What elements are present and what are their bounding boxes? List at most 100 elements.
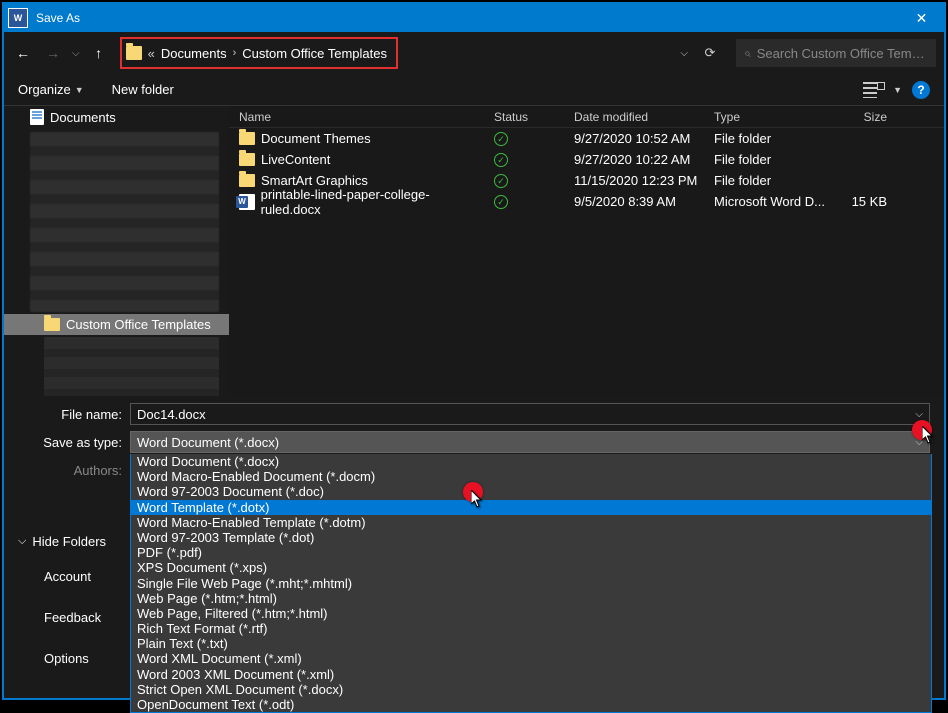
breadcrumb[interactable]: « Documents › Custom Office Templates (120, 37, 398, 69)
view-options-button[interactable] (863, 82, 883, 98)
file-name: LiveContent (261, 152, 330, 167)
file-row[interactable]: LiveContent ✓ 9/27/2020 10:22 AMFile folde… (229, 149, 944, 170)
organize-menu[interactable]: Organize ▼ (18, 82, 84, 97)
file-type: File folder (704, 152, 826, 167)
nav-documents[interactable]: Documents (4, 106, 229, 128)
filetype-option[interactable]: Word 97-2003 Template (*.dot) (131, 530, 931, 545)
filetype-option[interactable]: XPS Document (*.xps) (131, 560, 931, 575)
saveastype-combo[interactable]: Word Document (*.docx) ⌵ (130, 431, 930, 453)
filename-value: Doc14.docx (137, 407, 206, 422)
filename-label: File name: (18, 407, 130, 422)
file-list-pane[interactable]: Name Status Date modified Type Size Docu… (229, 106, 944, 396)
dropdown-icon[interactable]: ⌵ (915, 409, 923, 420)
filetype-option[interactable]: PDF (*.pdf) (131, 545, 931, 560)
options-link[interactable]: Options (44, 651, 101, 666)
address-dropdown-icon[interactable]: ⌵ (680, 48, 688, 59)
hide-folders-label: Hide Folders (32, 534, 106, 549)
filetype-option[interactable]: Word Template (*.dotx) (131, 500, 931, 515)
status-synced-icon: ✓ (494, 153, 508, 167)
search-input[interactable]: ⌕ Search Custom Office Templ... (736, 39, 936, 67)
new-folder-label: New folder (112, 82, 174, 97)
chevron-down-icon: ⌵ (18, 535, 26, 548)
help-button[interactable]: ? (912, 81, 930, 99)
file-type: Microsoft Word D... (704, 194, 826, 209)
caret-down-icon: ▼ (75, 85, 84, 95)
filetype-option[interactable]: Word 2003 XML Document (*.xml) (131, 667, 931, 682)
folder-icon (239, 174, 255, 187)
filetype-option[interactable]: Word 97-2003 Document (*.doc) (131, 484, 931, 499)
close-button[interactable]: ✕ (899, 4, 944, 32)
search-icon: ⌕ (744, 46, 751, 61)
navigation-pane[interactable]: Documents Custom Office Templates (4, 106, 229, 396)
folder-icon (239, 132, 255, 145)
saveastype-dropdown-list[interactable]: Word Document (*.docx)Word Macro-Enabled… (130, 454, 932, 713)
filetype-option[interactable]: Word Macro-Enabled Template (*.dotm) (131, 515, 931, 530)
file-row[interactable]: printable-lined-paper-college-ruled.docx… (229, 191, 944, 212)
new-folder-button[interactable]: New folder (112, 82, 174, 97)
status-synced-icon: ✓ (494, 174, 508, 188)
up-button[interactable]: ↑ (88, 45, 110, 61)
refresh-button[interactable]: ⟳ (700, 45, 720, 61)
annotation-marker (912, 420, 932, 440)
header-name[interactable]: Name (229, 110, 484, 124)
account-link[interactable]: Account (44, 569, 101, 584)
annotation-marker (463, 482, 483, 502)
saveastype-value: Word Document (*.docx) (137, 435, 279, 450)
breadcrumb-seg-custom-templates[interactable]: Custom Office Templates (242, 46, 387, 61)
command-toolbar: Organize ▼ New folder ▼ ? (4, 74, 944, 106)
history-dropdown-icon[interactable]: ⌵ (72, 48, 80, 59)
nav-selected-folder[interactable]: Custom Office Templates (4, 314, 229, 335)
folder-icon (126, 46, 142, 60)
file-size: 15 KB (826, 194, 901, 209)
breadcrumb-seg-documents[interactable]: Documents (161, 46, 227, 61)
filetype-option[interactable]: OpenDocument Text (*.odt) (131, 697, 931, 712)
filetype-option[interactable]: Word Document (*.docx) (131, 454, 931, 469)
saveastype-label: Save as type: (18, 435, 130, 450)
header-status[interactable]: Status (484, 110, 564, 124)
word-file-icon (239, 194, 255, 210)
back-button[interactable]: ← (12, 41, 34, 65)
header-size[interactable]: Size (826, 110, 901, 124)
status-synced-icon: ✓ (494, 195, 508, 209)
header-date[interactable]: Date modified (564, 110, 704, 124)
nav-documents-label: Documents (50, 110, 116, 125)
filetype-option[interactable]: Word Macro-Enabled Document (*.docm) (131, 469, 931, 484)
breadcrumb-overflow-icon[interactable]: « (146, 46, 157, 61)
caret-down-icon[interactable]: ▼ (893, 85, 902, 95)
file-name: Document Themes (261, 131, 371, 146)
header-type[interactable]: Type (704, 110, 826, 124)
file-type: File folder (704, 173, 826, 188)
feedback-link[interactable]: Feedback (44, 610, 101, 625)
forward-button[interactable]: → (42, 41, 64, 65)
nav-tree-blurred (44, 337, 219, 396)
filetype-option[interactable]: Single File Web Page (*.mht;*.mhtml) (131, 576, 931, 591)
nav-tree-blurred (30, 132, 219, 312)
nav-toolbar: ← → ⌵ ↑ « Documents › Custom Office Temp… (4, 32, 944, 74)
filetype-option[interactable]: Word XML Document (*.xml) (131, 651, 931, 666)
authors-label: Authors: (18, 463, 130, 478)
search-placeholder: Search Custom Office Templ... (757, 46, 928, 61)
file-date: 9/27/2020 10:52 AM (564, 131, 704, 146)
status-synced-icon: ✓ (494, 132, 508, 146)
titlebar: W Save As ✕ (4, 4, 944, 32)
file-name: printable-lined-paper-college-ruled.docx (261, 187, 484, 217)
window-title: Save As (36, 11, 899, 25)
file-date: 11/15/2020 12:23 PM (564, 173, 704, 188)
filename-input[interactable]: Doc14.docx ⌵ (130, 403, 930, 425)
filetype-option[interactable]: Plain Text (*.txt) (131, 636, 931, 651)
file-date: 9/5/2020 8:39 AM (564, 194, 704, 209)
folder-icon (239, 153, 255, 166)
file-row[interactable]: Document Themes✓9/27/2020 10:52 AMFile f… (229, 128, 944, 149)
chevron-right-icon[interactable]: › (231, 47, 239, 59)
backstage-side-links: Account Feedback Options (44, 569, 101, 666)
file-date: 9/27/2020 10:22 AM (564, 152, 704, 167)
document-icon (30, 109, 44, 125)
filetype-option[interactable]: Strict Open XML Document (*.docx) (131, 682, 931, 697)
word-app-icon: W (8, 8, 28, 28)
column-headers[interactable]: Name Status Date modified Type Size (229, 106, 944, 128)
filetype-option[interactable]: Rich Text Format (*.rtf) (131, 621, 931, 636)
filetype-option[interactable]: Web Page (*.htm;*.html) (131, 591, 931, 606)
filetype-option[interactable]: Web Page, Filtered (*.htm;*.html) (131, 606, 931, 621)
organize-label: Organize (18, 82, 71, 97)
hide-folders-button[interactable]: ⌵ Hide Folders (18, 534, 106, 549)
